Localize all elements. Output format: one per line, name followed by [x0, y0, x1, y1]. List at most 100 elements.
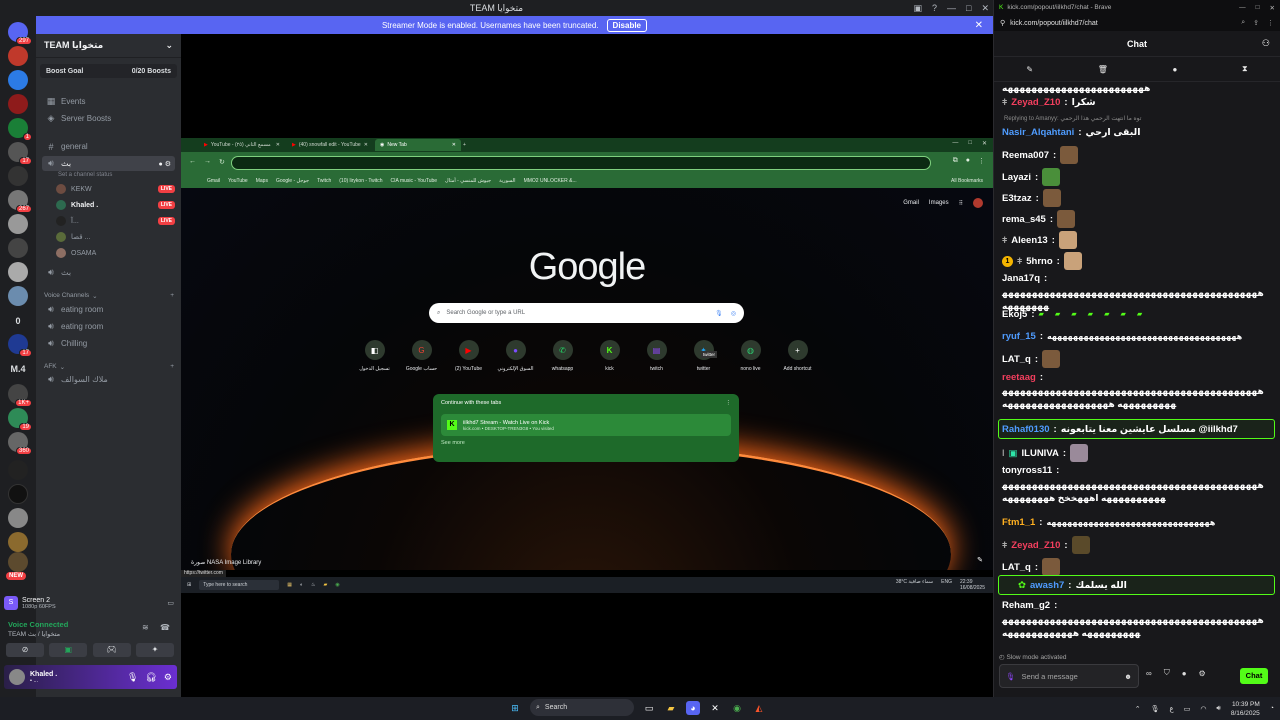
chat-username[interactable]: Ftm1_1: [1002, 516, 1035, 529]
chat-username[interactable]: awash7: [1030, 579, 1064, 592]
chrome-icon[interactable]: ◉: [335, 582, 339, 588]
shortcut-tile[interactable]: ◍ nono live: [727, 340, 774, 372]
continue-tab-item[interactable]: K iilkhd7 Stream - Watch Live on Kick ki…: [441, 414, 731, 436]
close-tab-icon[interactable]: ✕: [364, 142, 368, 148]
shortcut-tile[interactable]: ▤ twitch: [633, 340, 680, 372]
server-icon[interactable]: 17: [8, 142, 32, 165]
settings-gear-icon[interactable]: ⚙: [1199, 669, 1206, 678]
server-icon[interactable]: [8, 508, 28, 528]
chrome-icon[interactable]: ◉: [730, 701, 744, 715]
chevron-up-icon[interactable]: ⌃: [1135, 705, 1141, 713]
add-channel-icon[interactable]: +: [170, 292, 174, 300]
close-tab-icon[interactable]: ✕: [276, 142, 280, 148]
shortcut-tile[interactable]: ● السوق الإلكتروني: [492, 340, 539, 372]
menu-icon[interactable]: ⋮: [1267, 19, 1274, 27]
boost-goal[interactable]: Boost Goal 0/20 Boosts: [40, 64, 177, 78]
chat-icon[interactable]: ● ⚙: [159, 160, 171, 168]
maximize-icon[interactable]: □: [966, 3, 971, 13]
profile-icon[interactable]: ●: [966, 157, 970, 165]
shortcut-tile[interactable]: ◧ تسجيل الدخول: [351, 340, 398, 372]
hourglass-icon[interactable]: ⧗: [1242, 64, 1248, 74]
extensions-icon[interactable]: ⧉: [953, 157, 958, 165]
close-banner-icon[interactable]: ✕: [975, 20, 983, 31]
mic-icon[interactable]: 🎙︎: [1006, 672, 1016, 681]
discord-icon[interactable]: ◕: [686, 700, 700, 715]
chat-username[interactable]: Jana17q: [1002, 272, 1040, 285]
forward-icon[interactable]: →: [204, 158, 211, 166]
voice-user[interactable]: KEKW LIVE: [56, 182, 175, 196]
server-text[interactable]: M.4: [0, 364, 36, 374]
add-shortcut-tile[interactable]: + Add shortcut: [774, 340, 821, 372]
chat-username[interactable]: Nasir_Alqahtani: [1002, 126, 1074, 139]
pin-icon[interactable]: ✎: [1026, 65, 1033, 74]
language[interactable]: ENG: [941, 579, 952, 591]
google-search-box[interactable]: ⌕ Search Google or type a URL 🎙︎ ◎: [429, 303, 744, 323]
emote-icon[interactable]: [1057, 210, 1076, 228]
bookmark[interactable]: Maps: [256, 178, 268, 184]
users-icon[interactable]: ⚇: [1262, 38, 1270, 49]
share-icon[interactable]: ⇪: [1253, 19, 1259, 27]
chat-username[interactable]: Rahaf0130: [1002, 423, 1050, 436]
bookmark[interactable]: Gmail: [207, 178, 220, 184]
disable-streamer-mode-button[interactable]: Disable: [606, 18, 648, 32]
chat-bubble-icon[interactable]: ●: [1182, 669, 1187, 678]
lens-icon[interactable]: ◎: [731, 310, 736, 317]
emote-icon[interactable]: [1042, 168, 1061, 186]
server-icon[interactable]: [8, 532, 28, 552]
images-link[interactable]: Images: [929, 200, 949, 206]
zoom-icon[interactable]: ⌕: [1241, 19, 1245, 27]
chat-username[interactable]: 5hrno: [1026, 255, 1052, 268]
minimize-icon[interactable]: —: [952, 140, 958, 147]
chat-username[interactable]: LAT_q: [1002, 561, 1031, 574]
server-icon[interactable]: [8, 214, 28, 234]
language-icon[interactable]: ع: [1170, 705, 1174, 713]
soundboard-icon[interactable]: ✦: [135, 643, 174, 657]
url-bar[interactable]: ⚲ kick.com/popout/iilkhd7/chat ⌕ ⇪ ⋮: [994, 15, 1280, 31]
emote-icon[interactable]: [1042, 558, 1061, 576]
minimize-icon[interactable]: —: [1239, 4, 1246, 12]
server-icon[interactable]: [8, 460, 28, 480]
home-icon[interactable]: 297: [8, 22, 32, 45]
menu-icon[interactable]: ⋮: [978, 157, 985, 165]
task-view-icon[interactable]: ▭: [642, 701, 656, 715]
chat-username[interactable]: Zeyad_Z10: [1011, 539, 1060, 552]
back-icon[interactable]: ←: [189, 158, 196, 166]
server-icon[interactable]: 17: [8, 334, 32, 357]
taskbar-clock[interactable]: 10:39 PM 8/16/2025: [1231, 700, 1260, 718]
avatar[interactable]: [973, 198, 983, 208]
new-tab-icon[interactable]: +: [463, 142, 466, 148]
inbox-icon[interactable]: ▣: [913, 3, 922, 14]
reply-hint[interactable]: Replying to Amanyy: توه ما انتهت الرحمي …: [1004, 115, 1141, 122]
channel-eating-room[interactable]: 🔊︎ eating room: [42, 319, 175, 334]
folder-icon[interactable]: ▰: [323, 582, 327, 588]
close-icon[interactable]: ✕: [982, 140, 987, 147]
server-icon[interactable]: 19: [8, 408, 32, 431]
send-chat-button[interactable]: Chat: [1240, 668, 1268, 684]
taskbar-app-icon[interactable]: ▦: [287, 582, 292, 588]
emote-icon[interactable]: [1042, 189, 1061, 207]
volume-icon[interactable]: 🔊︎: [1216, 705, 1220, 713]
mic-icon[interactable]: 🎙︎: [715, 310, 723, 317]
bookmark[interactable]: Google - جوجل: [276, 178, 309, 184]
omnibox-input[interactable]: [231, 156, 931, 170]
events-item[interactable]: ▦ Events: [42, 94, 175, 109]
bookmark[interactable]: (10) lirykon - Twitch: [339, 178, 382, 184]
emote-icon[interactable]: [1063, 252, 1082, 270]
chat-username[interactable]: ryuf_15: [1002, 330, 1036, 343]
file-explorer-icon[interactable]: ▰: [664, 701, 678, 715]
chat-username[interactable]: reetaag: [1002, 371, 1036, 384]
emote-row[interactable]: ▰▰▰▰▰▰▰: [1039, 308, 1154, 321]
notification-icon[interactable]: ◔: [1270, 705, 1274, 712]
server-header[interactable]: TEAM متخوايا ⌄: [36, 34, 181, 58]
server-icon[interactable]: [8, 484, 28, 504]
voice-user[interactable]: ﻗﺼﺎ ...: [56, 230, 175, 244]
server-icon[interactable]: [8, 94, 28, 114]
bookmark[interactable]: MMO2 UNLOCKER &...: [524, 178, 577, 184]
shortcut-tile[interactable]: ▶ (2) YouTube: [445, 340, 492, 372]
gmail-link[interactable]: Gmail: [903, 200, 919, 206]
bookmark[interactable]: Twitch: [317, 178, 331, 184]
chat-username[interactable]: E3tzaz: [1002, 192, 1032, 205]
disconnect-icon[interactable]: ☎: [160, 623, 170, 632]
server-icon[interactable]: 360: [8, 432, 32, 455]
menu-icon[interactable]: ⋮: [726, 400, 732, 406]
